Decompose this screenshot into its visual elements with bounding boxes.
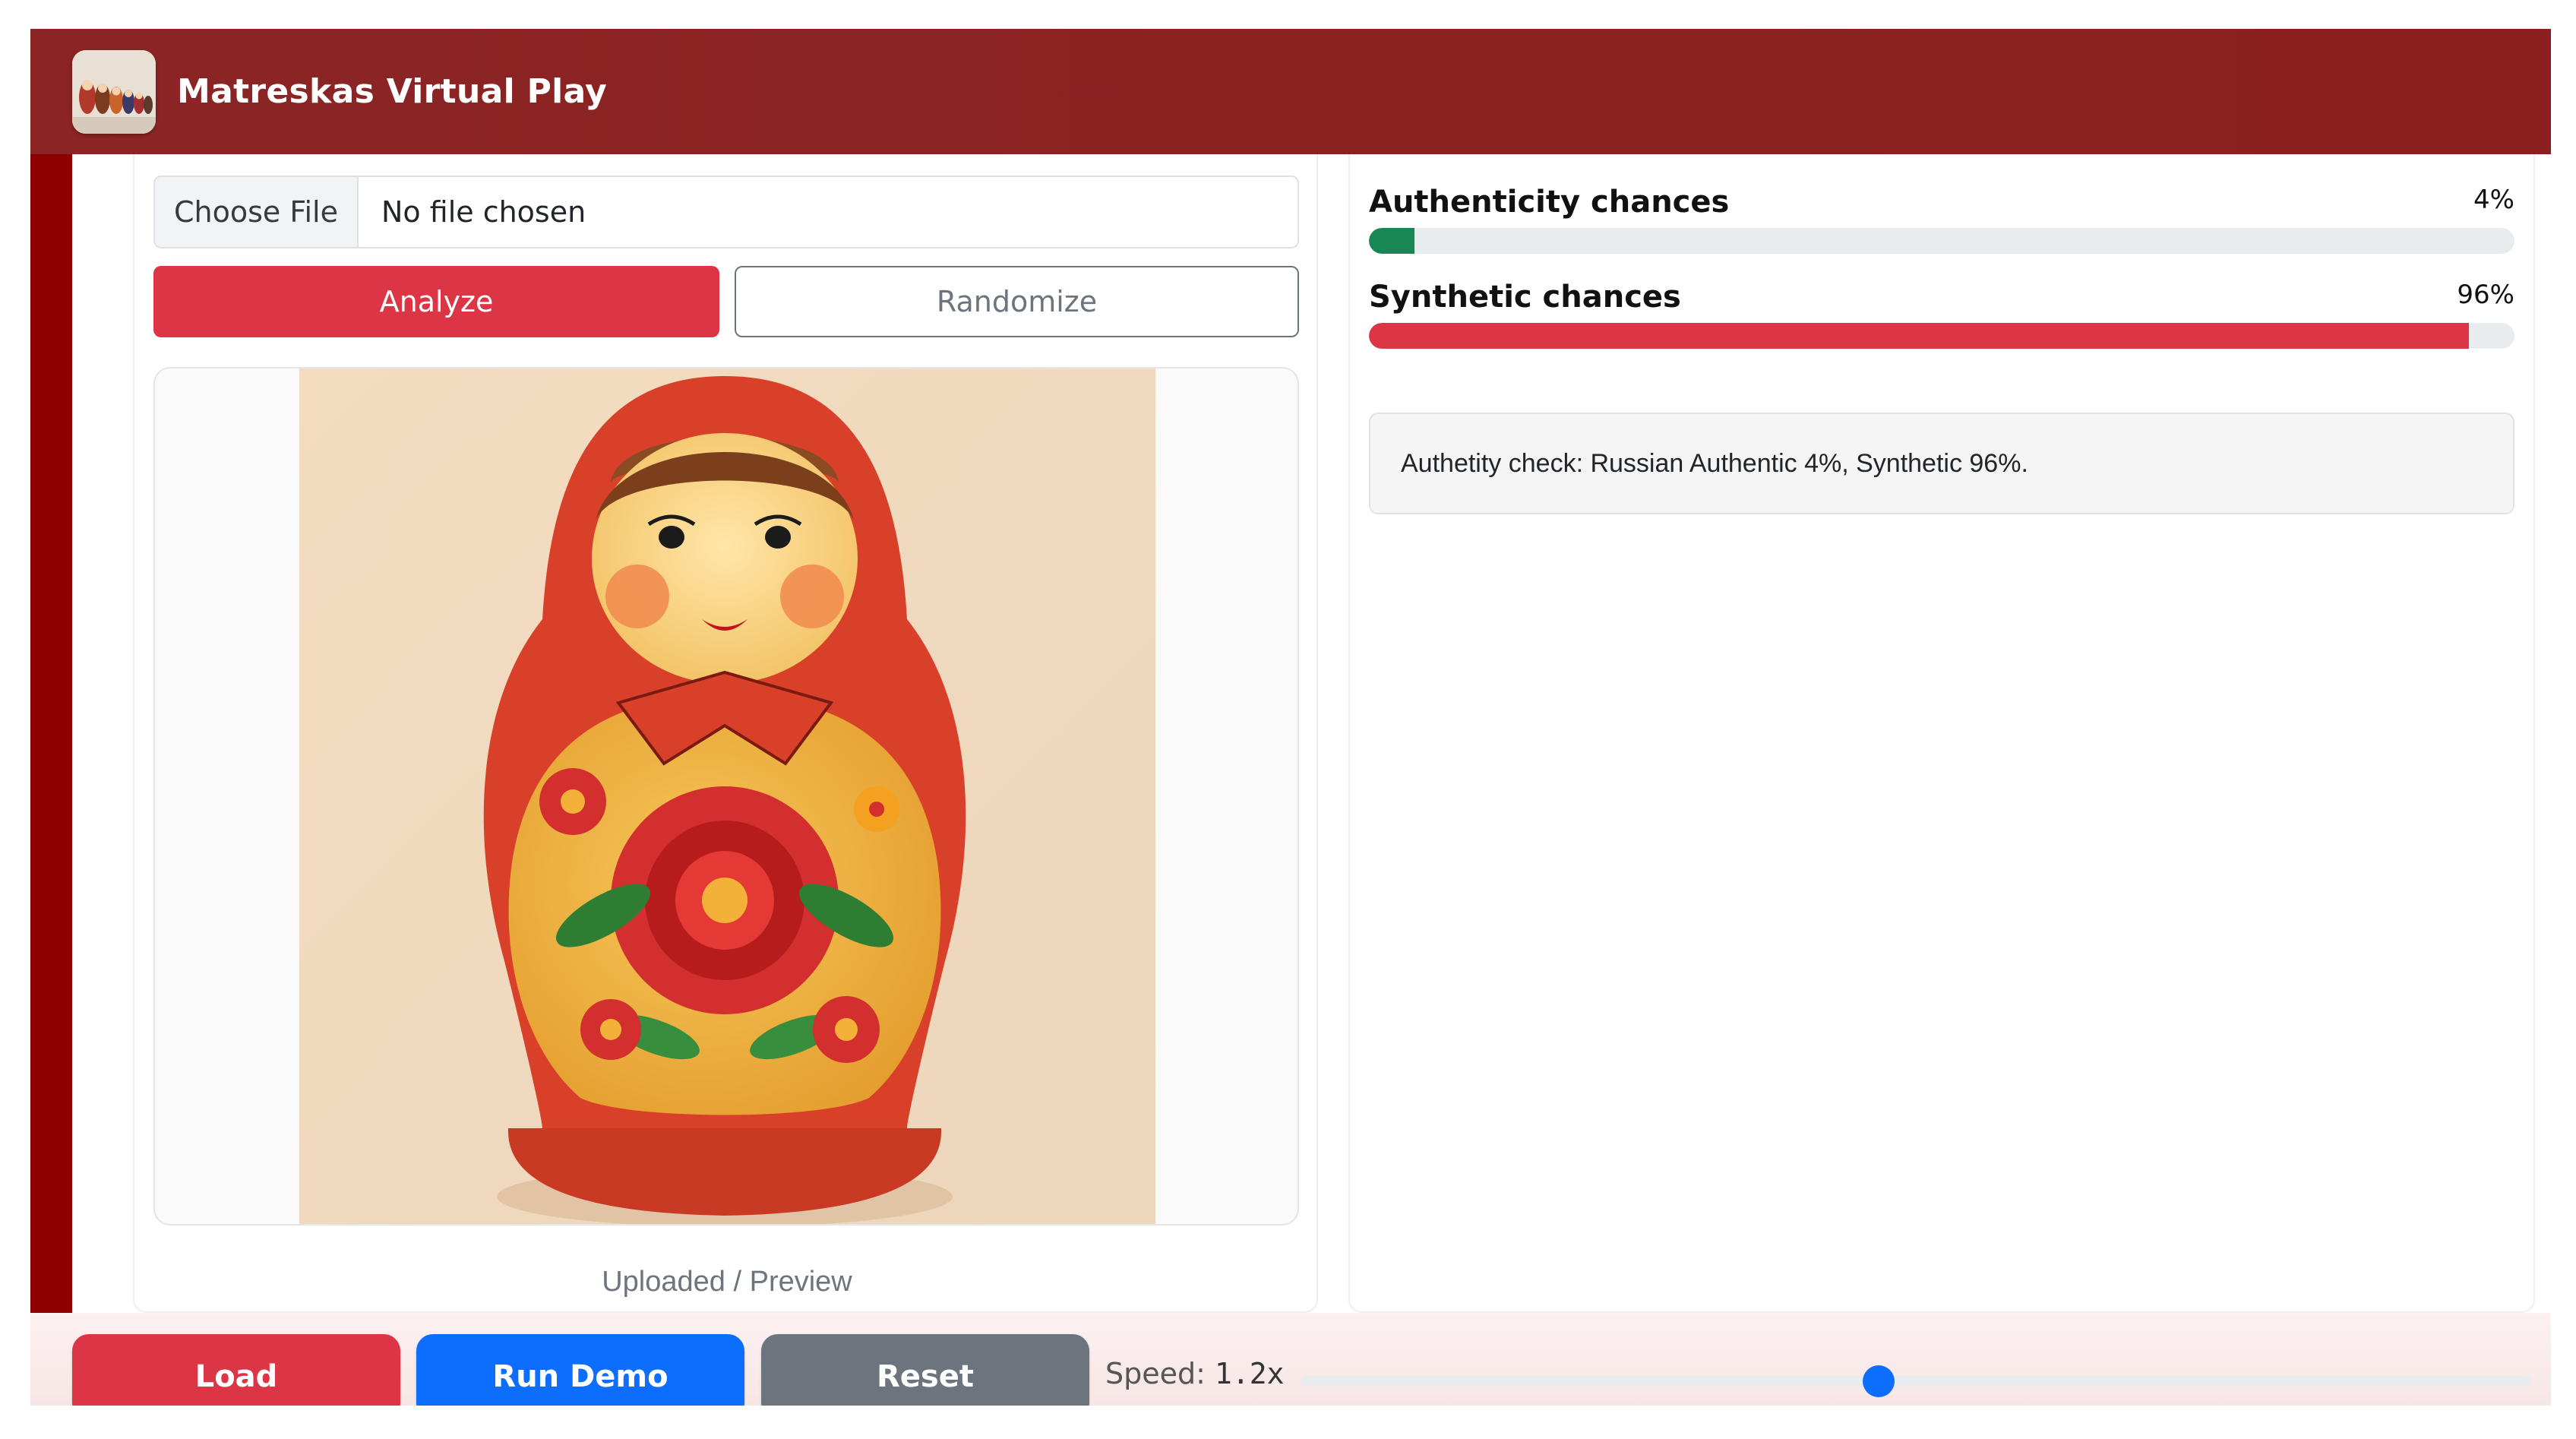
synthetic-value: 96%: [2457, 280, 2514, 310]
speed-slider-thumb[interactable]: [1863, 1365, 1895, 1397]
result-summary: Authetity check: Russian Authentic 4%, S…: [1369, 413, 2514, 514]
synthetic-progress-bar: [1369, 323, 2514, 349]
control-bar: Load Run Demo Reset Speed: 1.2x: [30, 1313, 2551, 1406]
matryoshka-preview-image: [299, 368, 1155, 1224]
synthetic-progress-fill: [1369, 323, 2469, 349]
main-content: Choose File No file chosen Analyze Rando…: [72, 154, 2551, 1313]
run-demo-button[interactable]: Run Demo: [416, 1334, 744, 1406]
results-panel: Authenticity chances 4% Synthetic chance…: [1348, 154, 2535, 1313]
file-input[interactable]: Choose File No file chosen: [153, 176, 1299, 248]
choose-file-button[interactable]: Choose File: [155, 177, 359, 247]
authenticity-progress-fill: [1369, 228, 1415, 254]
app-title: Matreskas Virtual Play: [177, 72, 608, 111]
reset-button[interactable]: Reset: [761, 1334, 1089, 1406]
speed-slider[interactable]: [1301, 1365, 2531, 1397]
authenticity-label: Authenticity chances: [1369, 185, 1730, 220]
load-button[interactable]: Load: [72, 1334, 400, 1406]
app-frame: Matreskas Virtual Play Choose File No fi…: [30, 29, 2551, 1406]
speed-value: 1.2x: [1215, 1357, 1285, 1390]
file-status-text: No file chosen: [381, 195, 586, 229]
authenticity-value: 4%: [2473, 185, 2514, 215]
authenticity-progress-bar: [1369, 228, 2514, 254]
speed-label: Speed: 1.2x: [1105, 1357, 1285, 1390]
speed-label-text: Speed:: [1105, 1357, 1206, 1390]
preview-caption: Uploaded / Preview: [602, 1266, 852, 1298]
nesting-dolls-logo-icon: [72, 49, 156, 134]
image-preview-container: [153, 367, 1299, 1226]
analyze-button[interactable]: Analyze: [153, 266, 719, 337]
randomize-button[interactable]: Randomize: [735, 266, 1299, 337]
app-header: Matreskas Virtual Play: [30, 29, 2551, 154]
upload-panel: Choose File No file chosen Analyze Rando…: [133, 154, 1318, 1313]
synthetic-label: Synthetic chances: [1369, 280, 1681, 315]
